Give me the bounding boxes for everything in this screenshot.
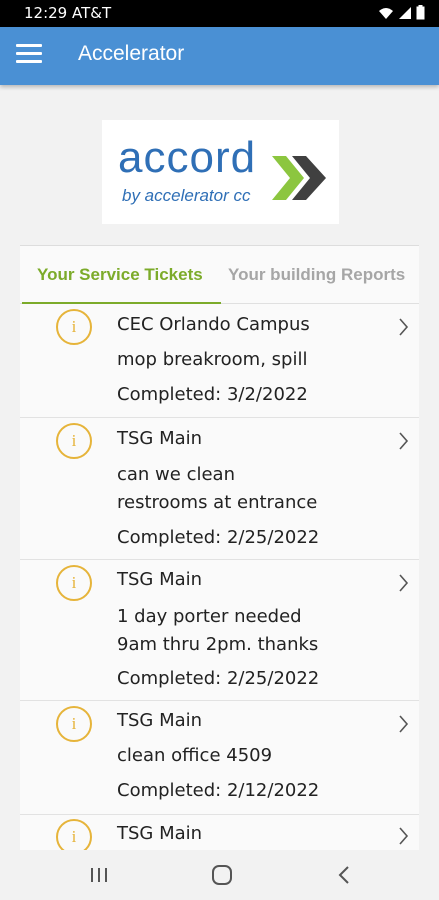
ticket-status: Completed: 2/12/2022 bbox=[117, 780, 320, 801]
system-nav-bar bbox=[0, 850, 439, 900]
status-time: 12:29 AT&T bbox=[24, 4, 112, 22]
logo-tagline: by accelerator cc bbox=[122, 186, 251, 205]
ticket-location: TSG Main bbox=[117, 428, 203, 449]
battery-icon bbox=[416, 5, 425, 20]
wifi-icon bbox=[379, 7, 393, 19]
ticket-location: CEC Orlando Campus bbox=[117, 314, 310, 335]
ticket-location: TSG Main bbox=[117, 569, 203, 590]
chevron-right-icon bbox=[399, 432, 409, 450]
info-icon: i bbox=[56, 565, 92, 601]
ticket-description: restrooms at entrance bbox=[117, 492, 318, 513]
ticket-item[interactable]: i TSG Main can we clean restrooms at ent… bbox=[20, 418, 419, 560]
tickets-panel: Your Service Tickets Your building Repor… bbox=[20, 245, 419, 855]
company-logo: accord by accelerator cc bbox=[102, 120, 339, 224]
ticket-description: 9am thru 2pm. thanks bbox=[117, 634, 319, 655]
ticket-description: clean office 4509 bbox=[117, 745, 273, 766]
tab-service-tickets[interactable]: Your Service Tickets bbox=[37, 265, 203, 285]
ticket-item[interactable]: i TSG Main clean office 4509 Completed: … bbox=[20, 701, 419, 815]
recent-apps-icon[interactable] bbox=[90, 867, 108, 883]
home-icon[interactable] bbox=[211, 864, 233, 886]
ticket-description: can we clean bbox=[117, 464, 235, 485]
app-title: Accelerator bbox=[78, 42, 185, 65]
ticket-item[interactable]: i TSG Main bbox=[20, 815, 419, 855]
info-icon: i bbox=[56, 423, 92, 459]
signal-icon bbox=[399, 6, 411, 19]
menu-icon[interactable] bbox=[16, 44, 42, 68]
tab-bar: Your Service Tickets Your building Repor… bbox=[20, 246, 419, 304]
ticket-status: Completed: 2/25/2022 bbox=[117, 668, 320, 689]
chevron-right-icon bbox=[399, 715, 409, 733]
ticket-status: Completed: 3/2/2022 bbox=[117, 384, 308, 405]
info-icon: i bbox=[56, 309, 92, 345]
ticket-location: TSG Main bbox=[117, 710, 203, 731]
logo-wordmark: accord bbox=[118, 133, 257, 182]
ticket-description: 1 day porter needed bbox=[117, 606, 302, 627]
info-icon: i bbox=[56, 706, 92, 742]
ticket-item[interactable]: i CEC Orlando Campus mop breakroom, spil… bbox=[20, 304, 419, 418]
status-icons bbox=[378, 5, 425, 20]
tab-building-reports[interactable]: Your building Reports bbox=[228, 265, 405, 285]
ticket-location: TSG Main bbox=[117, 823, 203, 844]
chevron-right-icon bbox=[399, 827, 409, 845]
ticket-status: Completed: 2/25/2022 bbox=[117, 527, 320, 548]
logo-arrows-icon bbox=[272, 156, 326, 200]
chevron-right-icon bbox=[399, 318, 409, 336]
ticket-item[interactable]: i TSG Main 1 day porter needed 9am thru … bbox=[20, 560, 419, 701]
status-bar: 12:29 AT&T bbox=[0, 0, 439, 27]
back-icon[interactable] bbox=[338, 866, 350, 884]
ticket-description: mop breakroom, spill bbox=[117, 349, 308, 370]
app-bar: Accelerator bbox=[0, 27, 439, 85]
chevron-right-icon bbox=[399, 574, 409, 592]
